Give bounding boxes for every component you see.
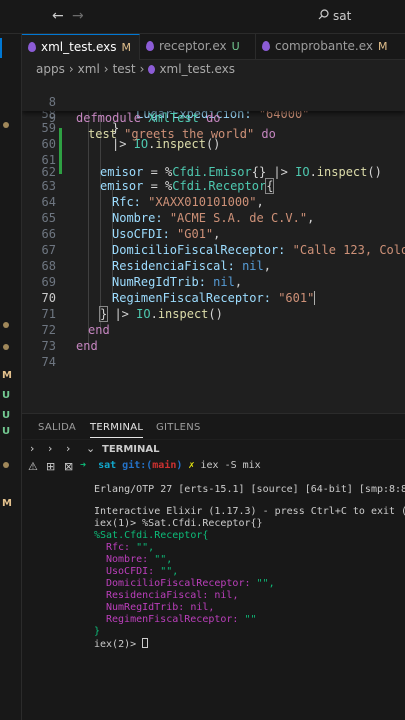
dashboard-icon[interactable]: ⊞ — [46, 460, 55, 473]
terminal-line: Interactive Elixir (1.17.3) - press Ctrl… — [94, 506, 405, 517]
editor-tabs: xml_test.exs M receptor.ex U comprobante.e… — [22, 34, 405, 60]
breadcrumb-item[interactable]: xml_test.exs — [159, 62, 235, 76]
back-arrow-icon[interactable]: ← — [52, 8, 64, 24]
breadcrumb-item[interactable]: apps — [36, 62, 65, 76]
terminal-line: ResidenciaFiscal: nil, — [106, 590, 239, 601]
breadcrumb-item[interactable]: test — [113, 62, 136, 76]
title-bar: ← → sat — [0, 0, 405, 34]
code-line: 72 end — [41, 323, 110, 337]
scm-status-letter: U — [2, 390, 11, 401]
code-line: 8 defmodule XmlTest do — [22, 78, 405, 125]
terminal-line: iex(1)> %Sat.Cfdi.Receptor{} — [94, 518, 263, 529]
terminal-line: UsoCFDI: "", — [106, 566, 179, 577]
chevron-right-icon[interactable]: › — [30, 442, 34, 455]
breadcrumb-item[interactable]: xml — [78, 62, 100, 76]
line-number: 9 — [48, 111, 56, 125]
panel-tabs: SALIDA TERMINAL GITLENS — [22, 413, 405, 439]
elixir-file-icon — [262, 41, 270, 51]
chevron-right-icon[interactable]: › — [66, 442, 70, 455]
chevron-right-icon: › — [68, 62, 74, 76]
code-line: 67 DomicilioFiscalReceptor: "Calle 123, C… — [41, 243, 405, 257]
tab-xml-test[interactable]: xml_test.exs M — [22, 34, 140, 60]
terminal-line: NumRegIdTrib: nil, — [106, 602, 215, 613]
code-line: 71} |> IO.inspect() — [41, 306, 223, 322]
scm-status-letter: M — [2, 370, 12, 381]
code-editor[interactable]: 8 defmodule XmlTest do 9 test "greets th… — [22, 78, 405, 413]
terminal-line: Erlang/OTP 27 [erts-15.1] [source] [64-b… — [94, 484, 405, 495]
terminal-line: } — [94, 626, 101, 637]
code-line: 73 end — [41, 339, 98, 353]
terminal-line: DomicilioFiscalReceptor: "", — [106, 578, 275, 589]
code-line: 63 emisor = %Cfdi.Receptor{ — [41, 178, 275, 194]
sticky-scroll: 8 defmodule XmlTest do 9 test "greets th… — [22, 78, 405, 141]
terminal-line: RegimenFiscalReceptor: "" — [106, 614, 257, 625]
modified-dot-icon — [3, 122, 9, 128]
code-line: 68 ResidenciaFiscal: nil, — [41, 259, 271, 273]
terminal-cursor — [142, 638, 149, 648]
tab-gitlens[interactable]: GITLENS — [156, 422, 201, 433]
breadcrumb: apps › xml › test › xml_test.exs — [36, 62, 235, 78]
tab-comprobante[interactable]: comprobante.ex M — [256, 34, 405, 60]
tab-status: M — [121, 41, 132, 54]
terminal-section-title: TERMINAL — [102, 444, 160, 455]
scm-status-letter: U — [2, 410, 11, 421]
modified-dot-icon — [3, 322, 9, 328]
tab-status: U — [231, 40, 240, 53]
elixir-file-icon — [146, 41, 154, 51]
tab-terminal[interactable]: TERMINAL — [90, 422, 144, 438]
terminal-line: Nombre: "", — [106, 554, 173, 565]
code-line: 69 NumRegIdTrib: nil, — [41, 275, 243, 289]
tab-label: xml_test.exs — [41, 40, 117, 54]
elixir-file-icon — [28, 42, 36, 52]
scm-status-letter: U — [2, 426, 11, 437]
modified-dot-icon — [3, 344, 9, 350]
scm-status-letter: M — [2, 498, 12, 509]
code-line: 70 RegimenFiscalReceptor: "601" — [22, 290, 405, 306]
terminal-line: %Sat.Cfdi.Receptor{ — [94, 530, 209, 541]
warning-icon[interactable]: ⚠ — [28, 460, 38, 473]
chevron-right-icon: › — [139, 62, 145, 76]
terminal-input-line[interactable]: iex(2)> — [94, 638, 149, 651]
tab-status: M — [378, 40, 388, 53]
code-line: 9 test "greets the world" do — [22, 94, 405, 141]
tab-salida[interactable]: SALIDA — [38, 422, 76, 433]
terminal-line: Rfc: "", — [106, 542, 155, 553]
chevron-right-icon: › — [103, 62, 109, 76]
chevron-right-icon[interactable]: › — [48, 442, 52, 455]
code-line: 64 Rfc: "XAXX010101000", — [41, 195, 264, 209]
terminal-prompt-line: ➜ sat git:(main) ✗ iex -S mix — [80, 460, 261, 471]
code-line: 66 UsoCFDI: "G01", — [41, 227, 221, 241]
chevron-down-icon[interactable]: ⌄ — [86, 442, 95, 455]
elixir-file-icon — [148, 65, 156, 74]
tab-label: receptor.ex — [159, 39, 227, 53]
tab-receptor[interactable]: receptor.ex U — [140, 34, 256, 60]
modified-dot-icon — [3, 462, 9, 468]
active-indicator — [0, 38, 2, 58]
search-label: sat — [333, 9, 352, 23]
forward-arrow-icon[interactable]: → — [72, 8, 84, 24]
code-line: 65 Nombre: "ACME S.A. de C.V.", — [41, 211, 315, 225]
activity-bar: M U U U M — [0, 34, 22, 720]
terminal-output[interactable]: ➜ sat git:(main) ✗ iex -S mix Erlang/OTP… — [78, 458, 405, 720]
tab-label: comprobante.ex — [275, 39, 374, 53]
command-center-search[interactable]: sat — [318, 9, 351, 23]
panel-toolbar: ⚠ ⊞ ⊠ — [22, 458, 78, 720]
search-icon — [318, 9, 329, 20]
close-icon[interactable]: ⊠ — [64, 460, 73, 473]
terminal-header: › › › ⌄ TERMINAL — [22, 440, 405, 458]
code-line: 74 — [41, 355, 56, 369]
